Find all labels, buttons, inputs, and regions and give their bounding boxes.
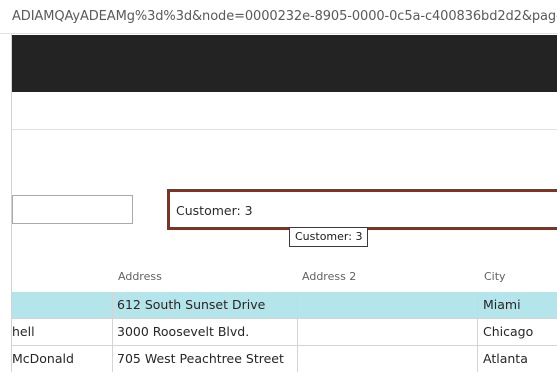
url-text[interactable]: ADIAMQAyADEAMg%3d%3d&node=0000232e-8905-… <box>12 9 557 24</box>
column-divider <box>297 292 298 372</box>
row-city-cell: Chicago <box>483 324 534 339</box>
row-city-cell: Miami <box>483 297 521 312</box>
row-divider <box>12 345 557 346</box>
row-address2-cell <box>302 292 477 319</box>
browser-url-bar[interactable]: ADIAMQAyADEAMg%3d%3d&node=0000232e-8905-… <box>0 0 557 34</box>
app-header-bar <box>12 35 557 92</box>
customer-focus-field[interactable]: Customer: 3 <box>167 189 557 230</box>
column-header-address-2[interactable]: Address 2 <box>302 270 356 283</box>
column-divider <box>112 292 113 372</box>
row-address2-cell <box>302 319 477 346</box>
row-city-cell: Atlanta <box>483 351 528 366</box>
row-address-cell: 705 West Peachtree Street <box>117 351 284 366</box>
row-address2-cell <box>302 346 477 373</box>
customer-field-value: Customer: 3 <box>176 203 253 218</box>
toolbar-strip <box>12 92 557 130</box>
row-name-cell <box>12 292 112 319</box>
column-divider <box>477 292 478 372</box>
customer-tooltip: Customer: 3 <box>289 227 369 247</box>
row-address-cell: 3000 Roosevelt Blvd. <box>117 324 250 339</box>
table-row[interactable]: McDonald 705 West Peachtree Street Atlan… <box>12 346 557 373</box>
row-divider <box>12 318 557 319</box>
row-name-cell: McDonald <box>12 351 74 366</box>
table-row[interactable]: hell 3000 Roosevelt Blvd. Chicago <box>12 319 557 346</box>
column-header-city[interactable]: City <box>484 270 506 283</box>
row-address-cell: 612 South Sunset Drive <box>117 297 266 312</box>
column-header-address[interactable]: Address <box>118 270 162 283</box>
table-row[interactable]: 612 South Sunset Drive Miami <box>12 292 557 319</box>
row-name-cell: hell <box>12 324 35 339</box>
filter-input[interactable] <box>12 195 133 224</box>
